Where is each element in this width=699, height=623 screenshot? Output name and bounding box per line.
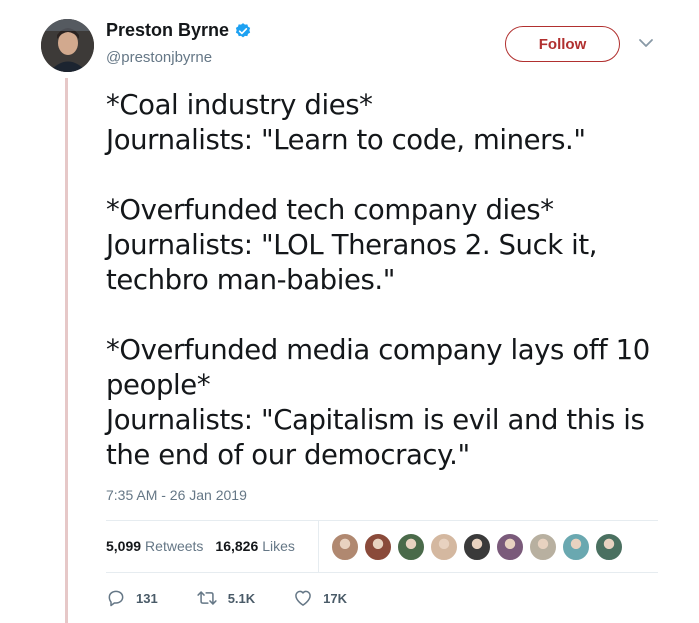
stats-separator (318, 520, 319, 572)
retweets-label: Retweets (145, 538, 204, 554)
likes-stat[interactable]: 16,826 Likes (215, 538, 295, 554)
liker-avatar[interactable] (562, 533, 590, 561)
divider (106, 572, 658, 573)
tweet-paragraph: *Overfunded media company lays off 10 pe… (106, 333, 686, 473)
likes-count: 16,826 (215, 538, 259, 554)
liker-avatars (331, 533, 628, 561)
reply-icon (108, 590, 124, 607)
liker-avatar[interactable] (364, 533, 392, 561)
retweet-button[interactable]: 5.1K (196, 588, 255, 608)
tweet-paragraph: *Coal industry dies* Journalists: "Learn… (106, 88, 686, 158)
tweet-line: *Overfunded media company lays off 10 (106, 334, 650, 366)
heart-icon (295, 590, 312, 606)
tweet-line: *Coal industry dies* (106, 89, 373, 121)
avatar-image (41, 19, 94, 72)
reply-button[interactable]: 131 (106, 588, 158, 608)
tweet-line: Journalists: "Capitalism is evil and thi… (106, 404, 645, 436)
tweet-line: people* (106, 369, 211, 401)
tweet-line: the end of our democracy." (106, 439, 470, 471)
liker-avatar[interactable] (397, 533, 425, 561)
retweets-stat[interactable]: 5,099 Retweets (106, 538, 203, 554)
tweet-line: *Overfunded tech company dies* (106, 194, 554, 226)
likes-label: Likes (262, 538, 295, 554)
like-button[interactable]: 17K (293, 588, 347, 608)
retweet-count: 5.1K (227, 590, 256, 606)
chevron-down-icon[interactable] (638, 36, 654, 50)
retweet-icon (197, 591, 217, 605)
author-handle[interactable]: @prestonjbyrne (106, 49, 212, 66)
tweet-stats: 5,099 Retweets 16,826 Likes (106, 520, 307, 572)
liker-avatar[interactable] (529, 533, 557, 561)
liker-avatar[interactable] (430, 533, 458, 561)
tweet-line: Journalists: "Learn to code, miners." (106, 124, 586, 156)
tweet-line: Journalists: "LOL Theranos 2. Suck it, (106, 229, 598, 261)
tweet-timestamp[interactable]: 7:35 AM - 26 Jan 2019 (106, 487, 247, 503)
thread-line (65, 78, 68, 623)
tweet-actions: 131 5.1K 17K (106, 588, 385, 608)
author-name-row: Preston Byrne (106, 20, 252, 41)
tweet-paragraph: *Overfunded tech company dies* Journalis… (106, 193, 686, 298)
tweet-text: *Coal industry dies* Journalists: "Learn… (106, 88, 686, 473)
avatar[interactable] (41, 19, 94, 72)
reply-count: 131 (136, 590, 158, 606)
liker-avatar[interactable] (463, 533, 491, 561)
liker-avatar[interactable] (595, 533, 623, 561)
like-count: 17K (323, 590, 348, 606)
retweets-count: 5,099 (106, 538, 142, 554)
tweet-line: techbro man-babies." (106, 264, 396, 296)
follow-button[interactable]: Follow (505, 26, 620, 62)
verified-badge-icon (235, 22, 251, 37)
liker-avatar[interactable] (331, 533, 359, 561)
liker-avatar[interactable] (496, 533, 524, 561)
author-display-name[interactable]: Preston Byrne (106, 20, 229, 41)
